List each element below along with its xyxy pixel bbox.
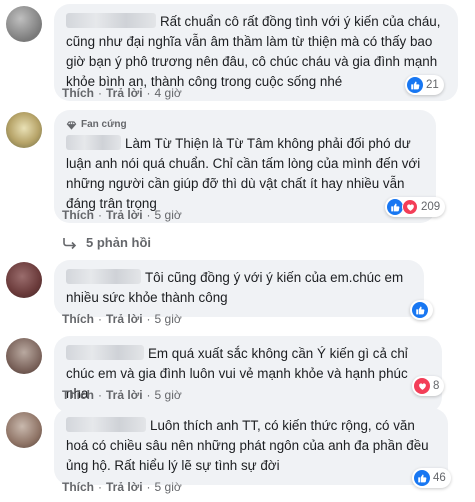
avatar[interactable] — [6, 338, 42, 374]
timestamp[interactable]: 5 giờ — [155, 480, 182, 494]
reply-arrow-icon — [63, 237, 77, 249]
like-link[interactable]: Thích — [62, 480, 94, 494]
like-link[interactable]: Thích — [62, 388, 94, 402]
separator: · — [98, 208, 102, 222]
avatar[interactable] — [6, 412, 42, 448]
love-reaction-icon — [414, 378, 430, 394]
comment-actions: Thích · Trả lời · 4 giờ — [62, 86, 182, 100]
comment-bubble: Luôn thích anh TT, có kiến thức rộng, có… — [54, 408, 448, 485]
separator: · — [98, 86, 102, 100]
love-reaction-icon — [402, 199, 418, 215]
like-reaction-icon — [412, 302, 428, 318]
view-replies-link[interactable]: 5 phản hồi — [62, 235, 151, 250]
avatar[interactable] — [6, 6, 42, 42]
comment-actions: Thích · Trả lời · 5 giờ — [62, 388, 182, 402]
reaction-summary[interactable]: 21 — [405, 75, 444, 95]
timestamp[interactable]: 5 giờ — [155, 208, 182, 222]
like-link[interactable]: Thích — [62, 86, 94, 100]
reaction-count: 46 — [433, 472, 446, 484]
separator: · — [146, 388, 151, 402]
like-link[interactable]: Thích — [62, 208, 94, 222]
blurred-author-name[interactable] — [66, 269, 141, 284]
comment-actions: Thích · Trả lời · 5 giờ — [62, 480, 182, 494]
comment-bubble: Tôi cũng đồng ý với ý kiến của em.chúc e… — [54, 260, 424, 317]
reply-link[interactable]: Trả lời — [106, 480, 143, 494]
like-reaction-icon — [414, 470, 430, 486]
separator: · — [98, 480, 102, 494]
reply-link[interactable]: Trả lời — [106, 388, 143, 402]
blurred-author-name[interactable] — [66, 135, 121, 150]
reaction-count: 8 — [433, 380, 440, 392]
reaction-count: 209 — [421, 201, 441, 213]
separator: · — [146, 208, 151, 222]
reply-link[interactable]: Trả lời — [106, 312, 143, 326]
comment-actions: Thích · Trả lời · 5 giờ — [62, 208, 182, 222]
fan-badge-label: Fan cứng — [81, 119, 127, 130]
separator: · — [98, 312, 102, 326]
reaction-summary[interactable]: 8 — [412, 376, 445, 396]
like-reaction-icon — [387, 199, 403, 215]
blurred-author-name[interactable] — [66, 13, 156, 28]
timestamp[interactable]: 5 giờ — [155, 388, 182, 402]
reaction-count: 21 — [426, 79, 439, 91]
replies-count-label: 5 phản hồi — [86, 235, 151, 250]
separator: · — [146, 480, 151, 494]
diamond-icon — [66, 120, 77, 130]
blurred-author-name[interactable] — [66, 417, 146, 432]
separator: · — [146, 86, 151, 100]
reply-link[interactable]: Trả lời — [106, 86, 143, 100]
comment-bubble: Fan cứng Làm Từ Thiện là Từ Tâm không ph… — [54, 110, 436, 223]
separator: · — [146, 312, 151, 326]
timestamp[interactable]: 4 giờ — [155, 86, 182, 100]
reply-link[interactable]: Trả lời — [106, 208, 143, 222]
blurred-author-name[interactable] — [66, 345, 144, 360]
reaction-summary[interactable]: 209 — [385, 197, 446, 217]
timestamp[interactable]: 5 giờ — [155, 312, 182, 326]
reaction-summary[interactable] — [410, 300, 433, 320]
comment-actions: Thích · Trả lời · 5 giờ — [62, 312, 182, 326]
like-link[interactable]: Thích — [62, 312, 94, 326]
avatar[interactable] — [6, 262, 42, 298]
separator: · — [98, 388, 102, 402]
like-reaction-icon — [407, 77, 423, 93]
fan-badge: Fan cứng — [66, 118, 424, 132]
reaction-summary[interactable]: 46 — [412, 468, 451, 488]
avatar[interactable] — [6, 112, 42, 148]
